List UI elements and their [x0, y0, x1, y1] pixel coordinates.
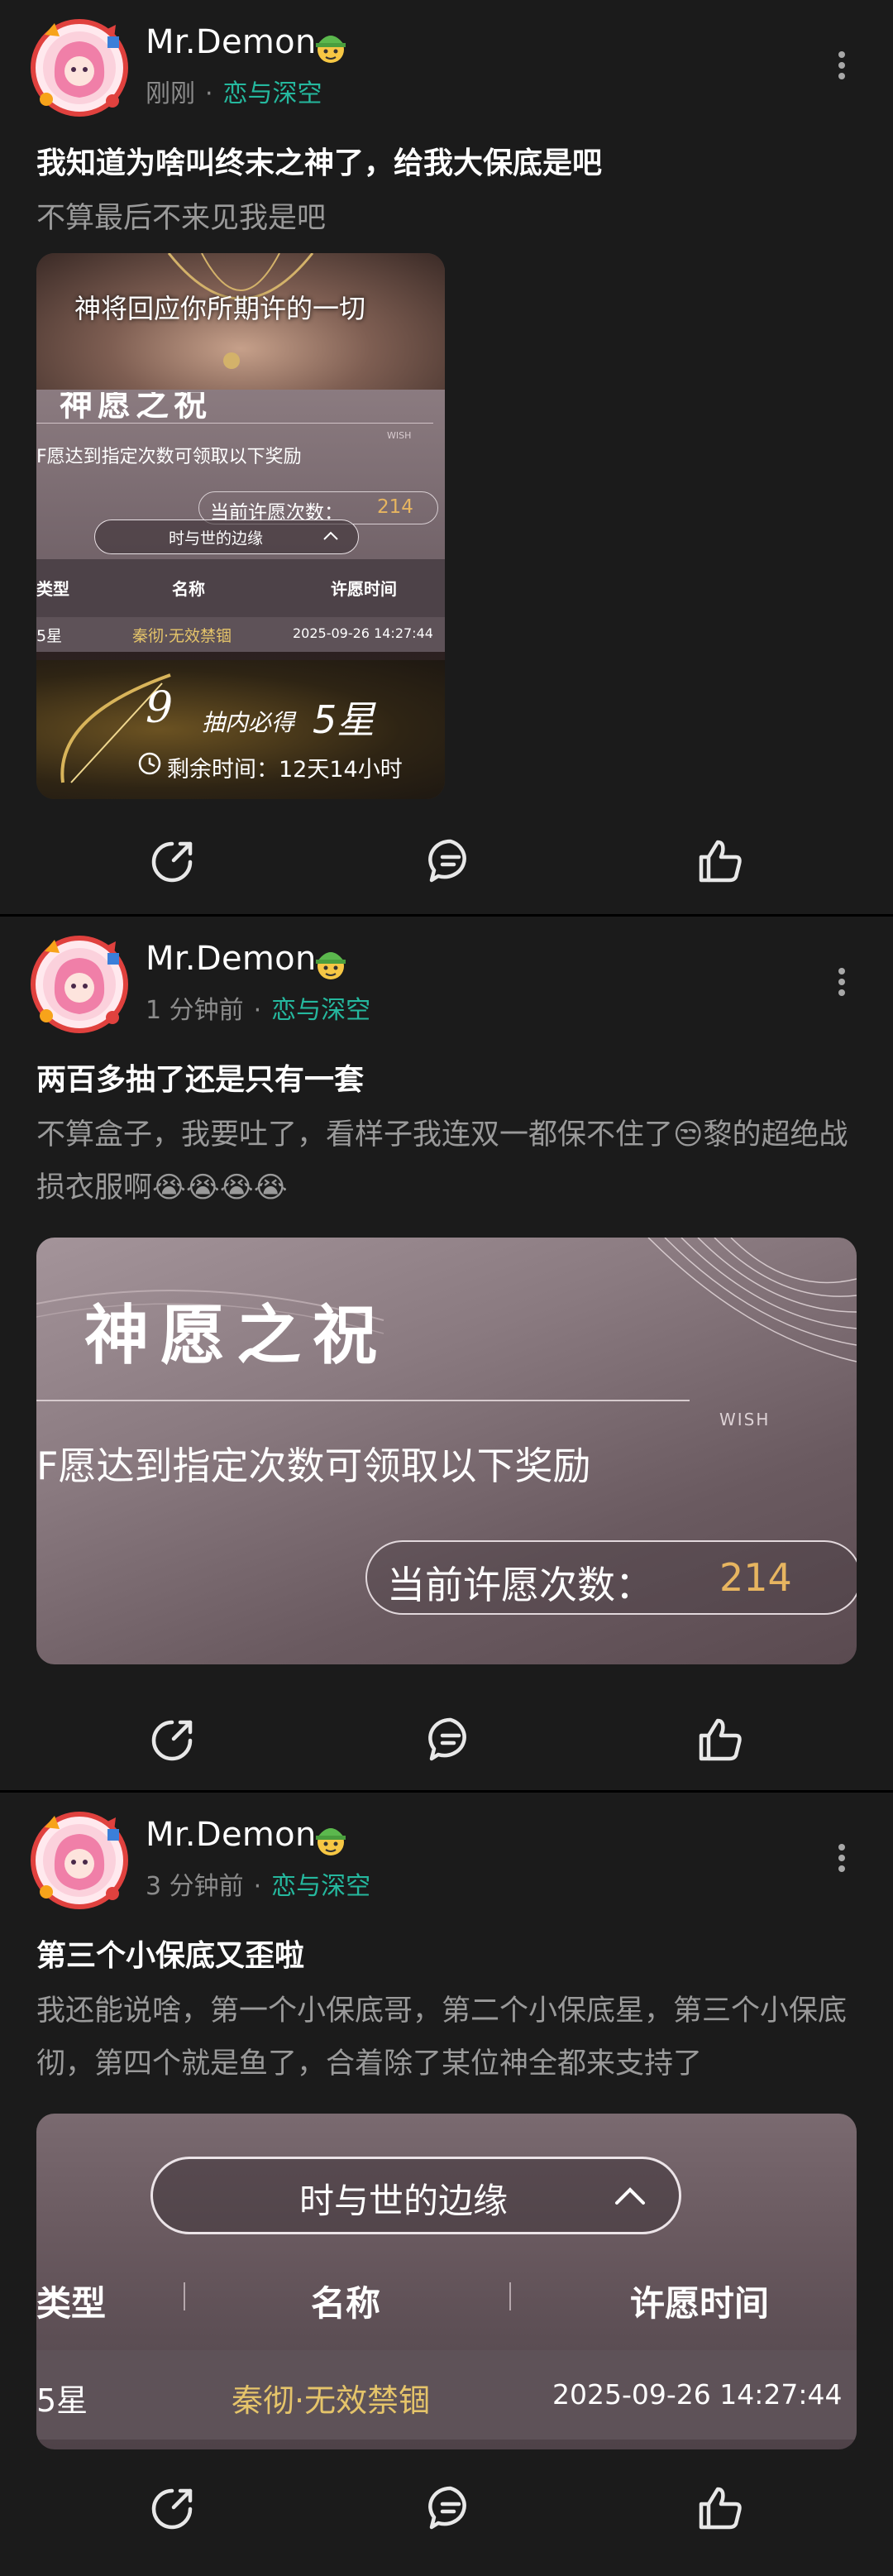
thumbs-up-icon[interactable]: [696, 837, 744, 885]
col-name: 名称: [311, 2283, 381, 2324]
thumbs-up-icon[interactable]: [696, 2484, 744, 2532]
topic-link[interactable]: 恋与深空: [271, 1872, 370, 1901]
row-time: 2025-09-26 14:27:44: [293, 625, 433, 641]
share-icon[interactable]: [149, 2484, 197, 2532]
more-vertical-icon[interactable]: [837, 51, 847, 81]
post-title: 第三个小保底又歪啦: [36, 1939, 305, 1973]
avatar[interactable]: [30, 935, 129, 1034]
thumbs-up-icon[interactable]: [696, 1716, 744, 1764]
post-image[interactable]: 时与世的边缘 类型 名称 许愿时间 5星 秦彻·无效禁锢 2025-09-26 …: [36, 2114, 857, 2449]
action-bar: [0, 831, 893, 890]
column-divider: [509, 2282, 511, 2310]
wish-subtitle: F愿达到指定次数可领取以下奖励: [36, 447, 302, 467]
banner-dropdown-label: 时与世的边缘: [299, 2181, 509, 2221]
chevron-up-icon: [323, 531, 338, 540]
col-type: 类型: [36, 579, 69, 599]
chevron-up-icon: [615, 2187, 645, 2205]
comment-icon[interactable]: [427, 1716, 475, 1764]
topic-link[interactable]: 恋与深空: [223, 79, 322, 108]
row-type: 5星: [36, 627, 63, 645]
username[interactable]: Mr.Demon: [146, 23, 317, 61]
green-hat-emoji-badge-icon: [316, 36, 346, 63]
post-body: 不算最后不来见我是吧: [36, 202, 327, 235]
remaining-time: 剩余时间：12天14小时: [167, 757, 403, 783]
feed-post[interactable]: Mr.Demon 1 分钟前 · 恋与深空 两百多抽了还是只有一套 不算盒子，我要吐…: [0, 917, 893, 1790]
pity-text: 抽内必得: [202, 709, 295, 736]
col-time: 许愿时间: [630, 2283, 770, 2324]
more-vertical-icon[interactable]: [837, 1844, 847, 1874]
pity-number: 9: [146, 683, 174, 733]
col-name: 名称: [172, 579, 205, 599]
post-time: 刚刚: [146, 79, 195, 108]
meta-separator: ·: [253, 1872, 262, 1901]
col-time: 许愿时间: [331, 579, 397, 599]
post-meta: 刚刚 · 恋与深空: [146, 73, 322, 109]
share-icon[interactable]: [149, 1716, 197, 1764]
meta-separator: ·: [253, 996, 262, 1025]
banner-dropdown-label: 时与世的边缘: [169, 529, 264, 548]
green-hat-emoji-badge-icon: [316, 1828, 346, 1855]
more-vertical-icon[interactable]: [837, 968, 847, 998]
clock-icon: [138, 752, 161, 775]
avatar[interactable]: [30, 1811, 129, 1910]
post-time: 1 分钟前: [146, 996, 244, 1025]
row-type: 5星: [36, 2382, 88, 2419]
avatar[interactable]: [30, 18, 129, 117]
wish-heading: 神愿之祝: [84, 1298, 389, 1373]
wish-subtitle: F愿达到指定次数可领取以下奖励: [36, 1444, 591, 1488]
post-title: 我知道为啥叫终末之神了，给我大保底是吧: [36, 146, 603, 180]
post-body: 我还能说啥，第一个小保底哥，第二个小保底星，第三个小保底彻，第四个就是鱼了，合着…: [36, 1994, 848, 2080]
comment-icon[interactable]: [427, 837, 475, 885]
meta-separator: ·: [205, 79, 213, 108]
divider: [36, 423, 433, 424]
green-hat-emoji-badge-icon: [316, 952, 346, 979]
post-title: 两百多抽了还是只有一套: [36, 1063, 365, 1097]
username[interactable]: Mr.Demon: [146, 1816, 317, 1854]
post-image[interactable]: 神将回应你所期许的一切 神愿之祝 WISH F愿达到指定次数可领取以下奖励 当前…: [36, 253, 445, 799]
action-bar: [0, 2478, 893, 2537]
image-banner-text: 神将回应你所期许的一切: [74, 293, 366, 324]
action-bar: [0, 1709, 893, 1769]
wish-count-value: 214: [377, 496, 413, 518]
row-time: 2025-09-26 14:27:44: [552, 2378, 843, 2411]
feed-post[interactable]: Mr.Demon 3 分钟前 · 恋与深空 第三个小保底又歪啦 我还能说啥，第一个小…: [0, 1793, 893, 2576]
wish-count-label: 当前许愿次数：: [387, 1563, 653, 1607]
comment-icon[interactable]: [427, 2484, 475, 2532]
post-image[interactable]: 神愿之祝 WISH F愿达到指定次数可领取以下奖励 当前许愿次数： 214: [36, 1238, 857, 1664]
post-meta: 1 分钟前 · 恋与深空: [146, 989, 370, 1026]
column-divider: [184, 2282, 185, 2310]
topic-link[interactable]: 恋与深空: [271, 996, 370, 1025]
row-name: 秦彻·无效禁锢: [232, 2382, 431, 2419]
post-meta: 3 分钟前 · 恋与深空: [146, 1865, 370, 1902]
wish-count-value: 214: [719, 1555, 792, 1600]
wish-tag: WISH: [387, 430, 412, 441]
post-body: 不算盒子，我要吐了，看样子我连双一都保不住了😒黎的超绝战损衣服啊😭😭😭😭: [36, 1118, 848, 1204]
post-time: 3 分钟前: [146, 1872, 244, 1901]
col-type: 类型: [36, 2283, 107, 2324]
pity-star: 5星: [313, 697, 375, 742]
feed-post[interactable]: Mr.Demon 刚刚 · 恋与深空 我知道为啥叫终末之神了，给我大保底是吧 不算最…: [0, 0, 893, 914]
username[interactable]: Mr.Demon: [146, 940, 317, 978]
row-name: 秦彻·无效禁锢: [132, 627, 232, 645]
share-icon[interactable]: [149, 837, 197, 885]
wish-tag: WISH: [719, 1410, 771, 1429]
